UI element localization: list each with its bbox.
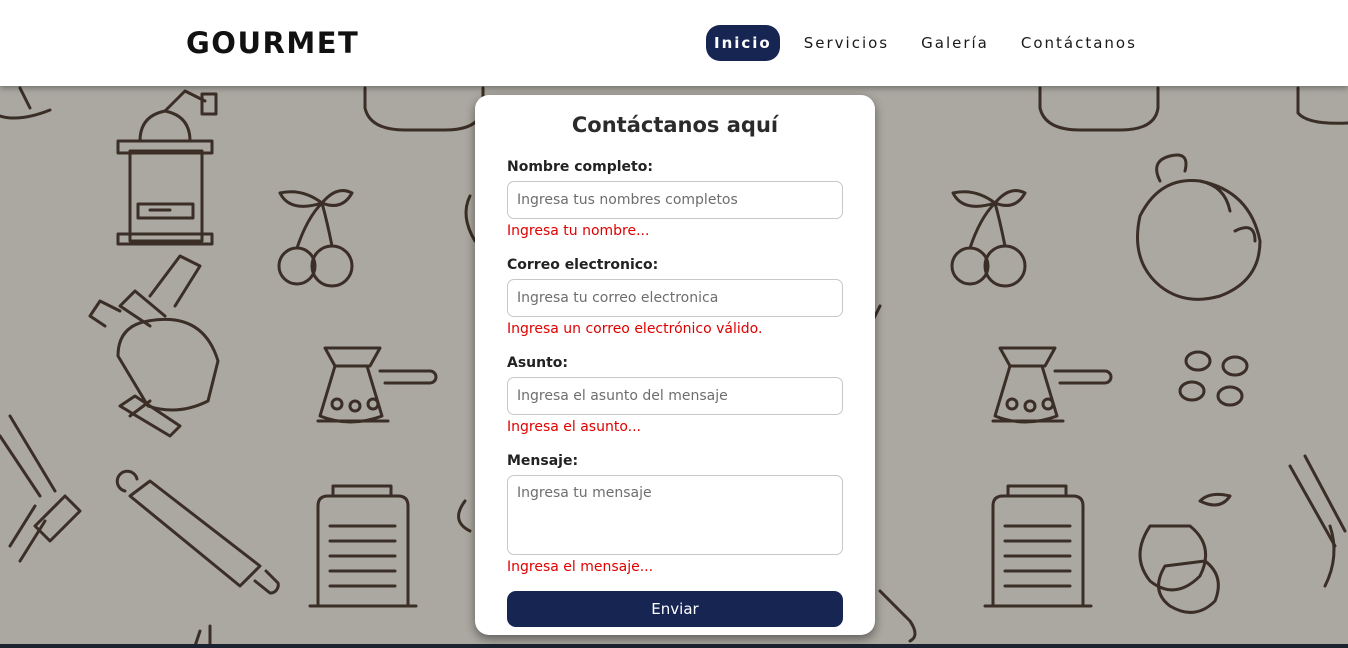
cherries-icon [277, 189, 354, 288]
name-input[interactable] [507, 181, 843, 219]
pear-apple-icon [1138, 492, 1232, 614]
contact-form-card: Contáctanos aquí Nombre completo: Ingres… [475, 95, 875, 635]
main-nav: Inicio Servicios Galería Contáctanos [706, 25, 1161, 61]
subject-label: Asunto: [507, 355, 569, 371]
nav-item-galeria[interactable]: Galería [913, 25, 997, 61]
contact-form: Nombre completo: Ingresa tu nombre... Co… [507, 157, 843, 627]
email-label: Correo electronico: [507, 257, 659, 273]
top-navbar: GOURMET Inicio Servicios Galería Contáct… [0, 0, 1348, 86]
bottom-strip [0, 644, 1348, 648]
nav-item-contactanos[interactable]: Contáctanos [1013, 25, 1145, 61]
cherries-icon [950, 189, 1027, 288]
grater-icon [308, 484, 418, 608]
coffee-pot-icon [991, 346, 1113, 424]
email-error: Ingresa un correo electrónico válido. [507, 321, 763, 337]
nav-item-inicio[interactable]: Inicio [706, 25, 780, 61]
kettle-icon [1136, 153, 1262, 301]
message-error: Ingresa el mensaje... [507, 559, 654, 575]
submit-button[interactable]: Enviar [507, 591, 843, 627]
whisk-icon [0, 414, 82, 563]
subject-input[interactable] [507, 377, 843, 415]
form-title: Contáctanos aquí [571, 113, 779, 137]
message-textarea[interactable] [507, 475, 843, 555]
grater-icon [983, 484, 1093, 608]
meat-grinder-icon [88, 254, 220, 438]
coffee-pot-icon [316, 346, 438, 424]
name-label: Nombre completo: [507, 159, 653, 175]
nav-item-servicios[interactable]: Servicios [796, 25, 897, 61]
name-error: Ingresa tu nombre... [507, 223, 650, 239]
coffee-beans-icon [1178, 350, 1249, 407]
email-input[interactable] [507, 279, 843, 317]
whisk-icon [1288, 454, 1347, 588]
rolling-pin-icon [115, 469, 280, 595]
message-label: Mensaje: [507, 453, 579, 469]
logo: GOURMET [186, 26, 360, 60]
coffee-grinder-icon [116, 89, 218, 246]
subject-error: Ingresa el asunto... [507, 419, 642, 435]
